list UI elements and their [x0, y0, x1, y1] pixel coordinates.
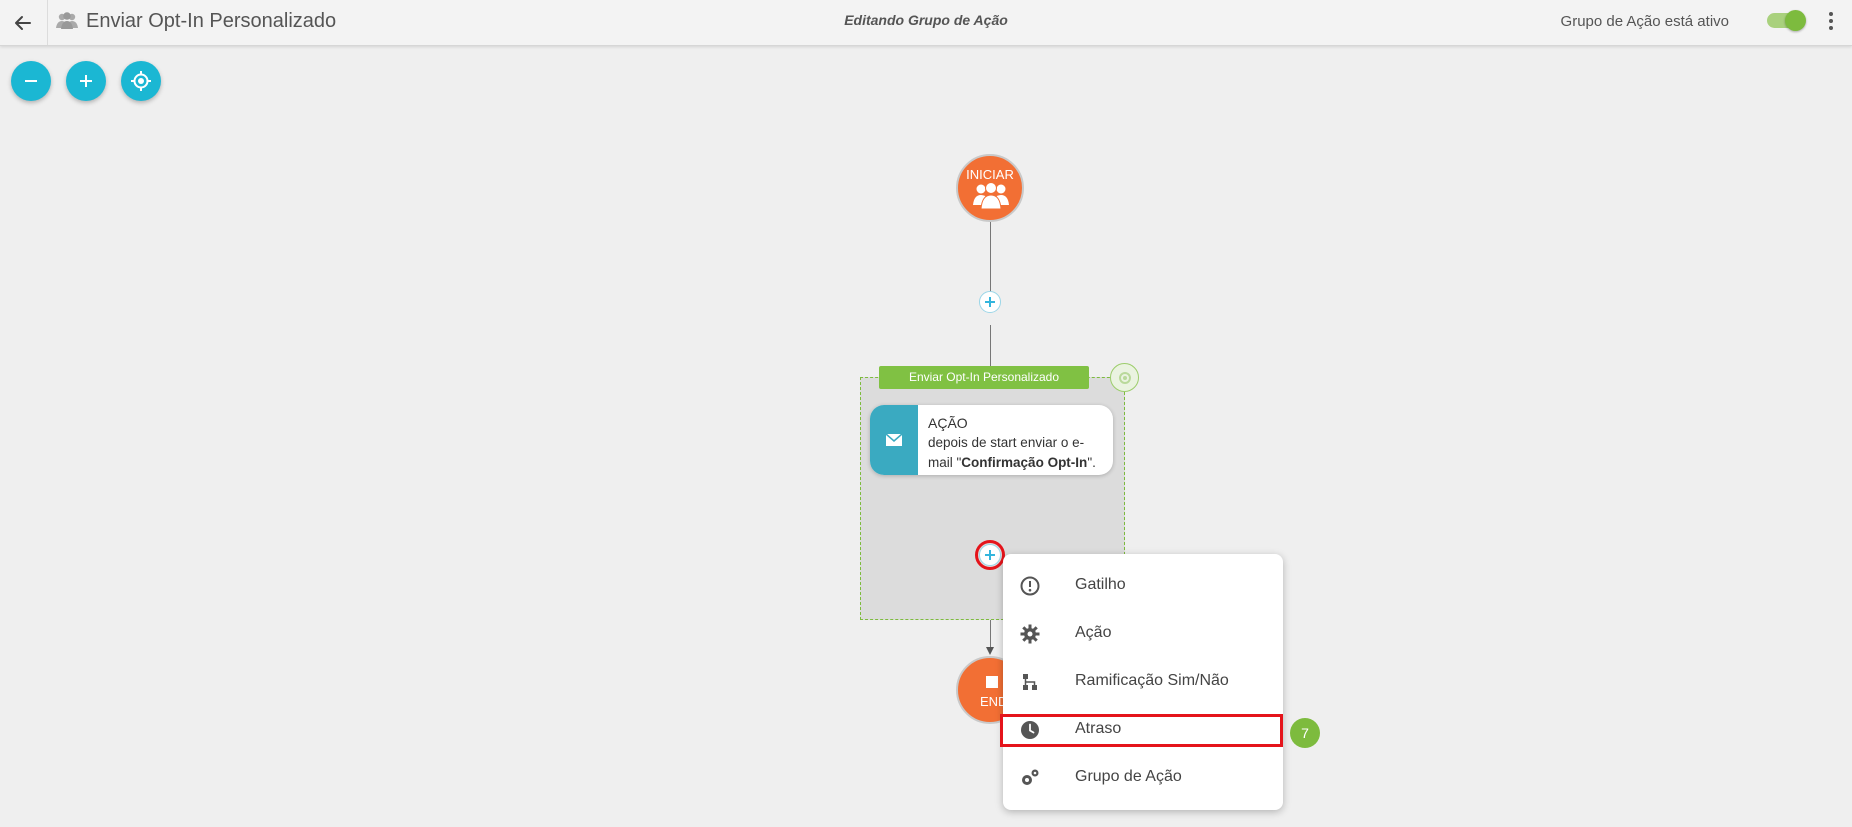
menu-item-label: Ação — [1075, 624, 1112, 641]
add-step-button[interactable] — [979, 291, 1001, 313]
step-number-badge: 7 — [1290, 718, 1320, 748]
menu-item-label: Grupo de Ação — [1075, 768, 1182, 785]
start-node[interactable]: INICIAR — [956, 154, 1024, 222]
zoom-in-button[interactable] — [66, 61, 106, 101]
menu-item-trigger[interactable]: Gatilho — [1003, 566, 1283, 606]
settings-icon — [1118, 371, 1131, 384]
crosshair-icon — [131, 71, 151, 91]
group-settings-button[interactable] — [1110, 363, 1139, 392]
gears-icon — [1019, 767, 1041, 789]
start-label: INICIAR — [966, 167, 1014, 182]
action-card[interactable]: AÇÃO depois de start enviar o e-mail "Co… — [870, 405, 1113, 475]
branch-icon — [1019, 671, 1041, 693]
zoom-out-button[interactable] — [11, 61, 51, 101]
top-bar: Enviar Opt-In Personalizado Editando Gru… — [0, 0, 1852, 46]
add-step-menu: Gatilho Ação Ramificação Sim/Não Atraso … — [1003, 554, 1283, 810]
more-menu-button[interactable] — [1823, 10, 1839, 34]
action-description: AÇÃO depois de start enviar o e-mail "Co… — [928, 413, 1106, 473]
action-email-name: Confirmação Opt-In — [961, 455, 1088, 470]
plus-icon — [985, 297, 995, 307]
stop-icon — [986, 676, 998, 688]
envelope-icon — [870, 405, 918, 475]
highlight-ring — [975, 540, 1005, 570]
minus-icon — [25, 80, 37, 82]
active-status-label: Grupo de Ação está ativo — [1560, 13, 1729, 30]
alert-circle-icon — [1019, 575, 1041, 597]
action-title: AÇÃO — [928, 415, 968, 431]
menu-item-branch[interactable]: Ramificação Sim/Não — [1003, 662, 1283, 702]
action-description-suffix: ". — [1087, 455, 1096, 470]
menu-item-label: Ramificação Sim/Não — [1075, 672, 1229, 689]
center-view-button[interactable] — [121, 61, 161, 101]
gear-icon — [1019, 623, 1041, 645]
menu-item-action[interactable]: Ação — [1003, 614, 1283, 654]
users-icon — [973, 181, 1009, 216]
toggle-knob — [1785, 10, 1806, 31]
highlight-box — [1000, 714, 1283, 747]
menu-item-label: Gatilho — [1075, 576, 1126, 593]
plus-icon — [80, 75, 92, 87]
connector-arrow — [986, 647, 994, 655]
active-toggle[interactable] — [1767, 10, 1806, 31]
group-name-tag[interactable]: Enviar Opt-In Personalizado — [879, 366, 1089, 389]
connector-line — [990, 222, 991, 302]
menu-item-action-group[interactable]: Grupo de Ação — [1003, 758, 1283, 798]
